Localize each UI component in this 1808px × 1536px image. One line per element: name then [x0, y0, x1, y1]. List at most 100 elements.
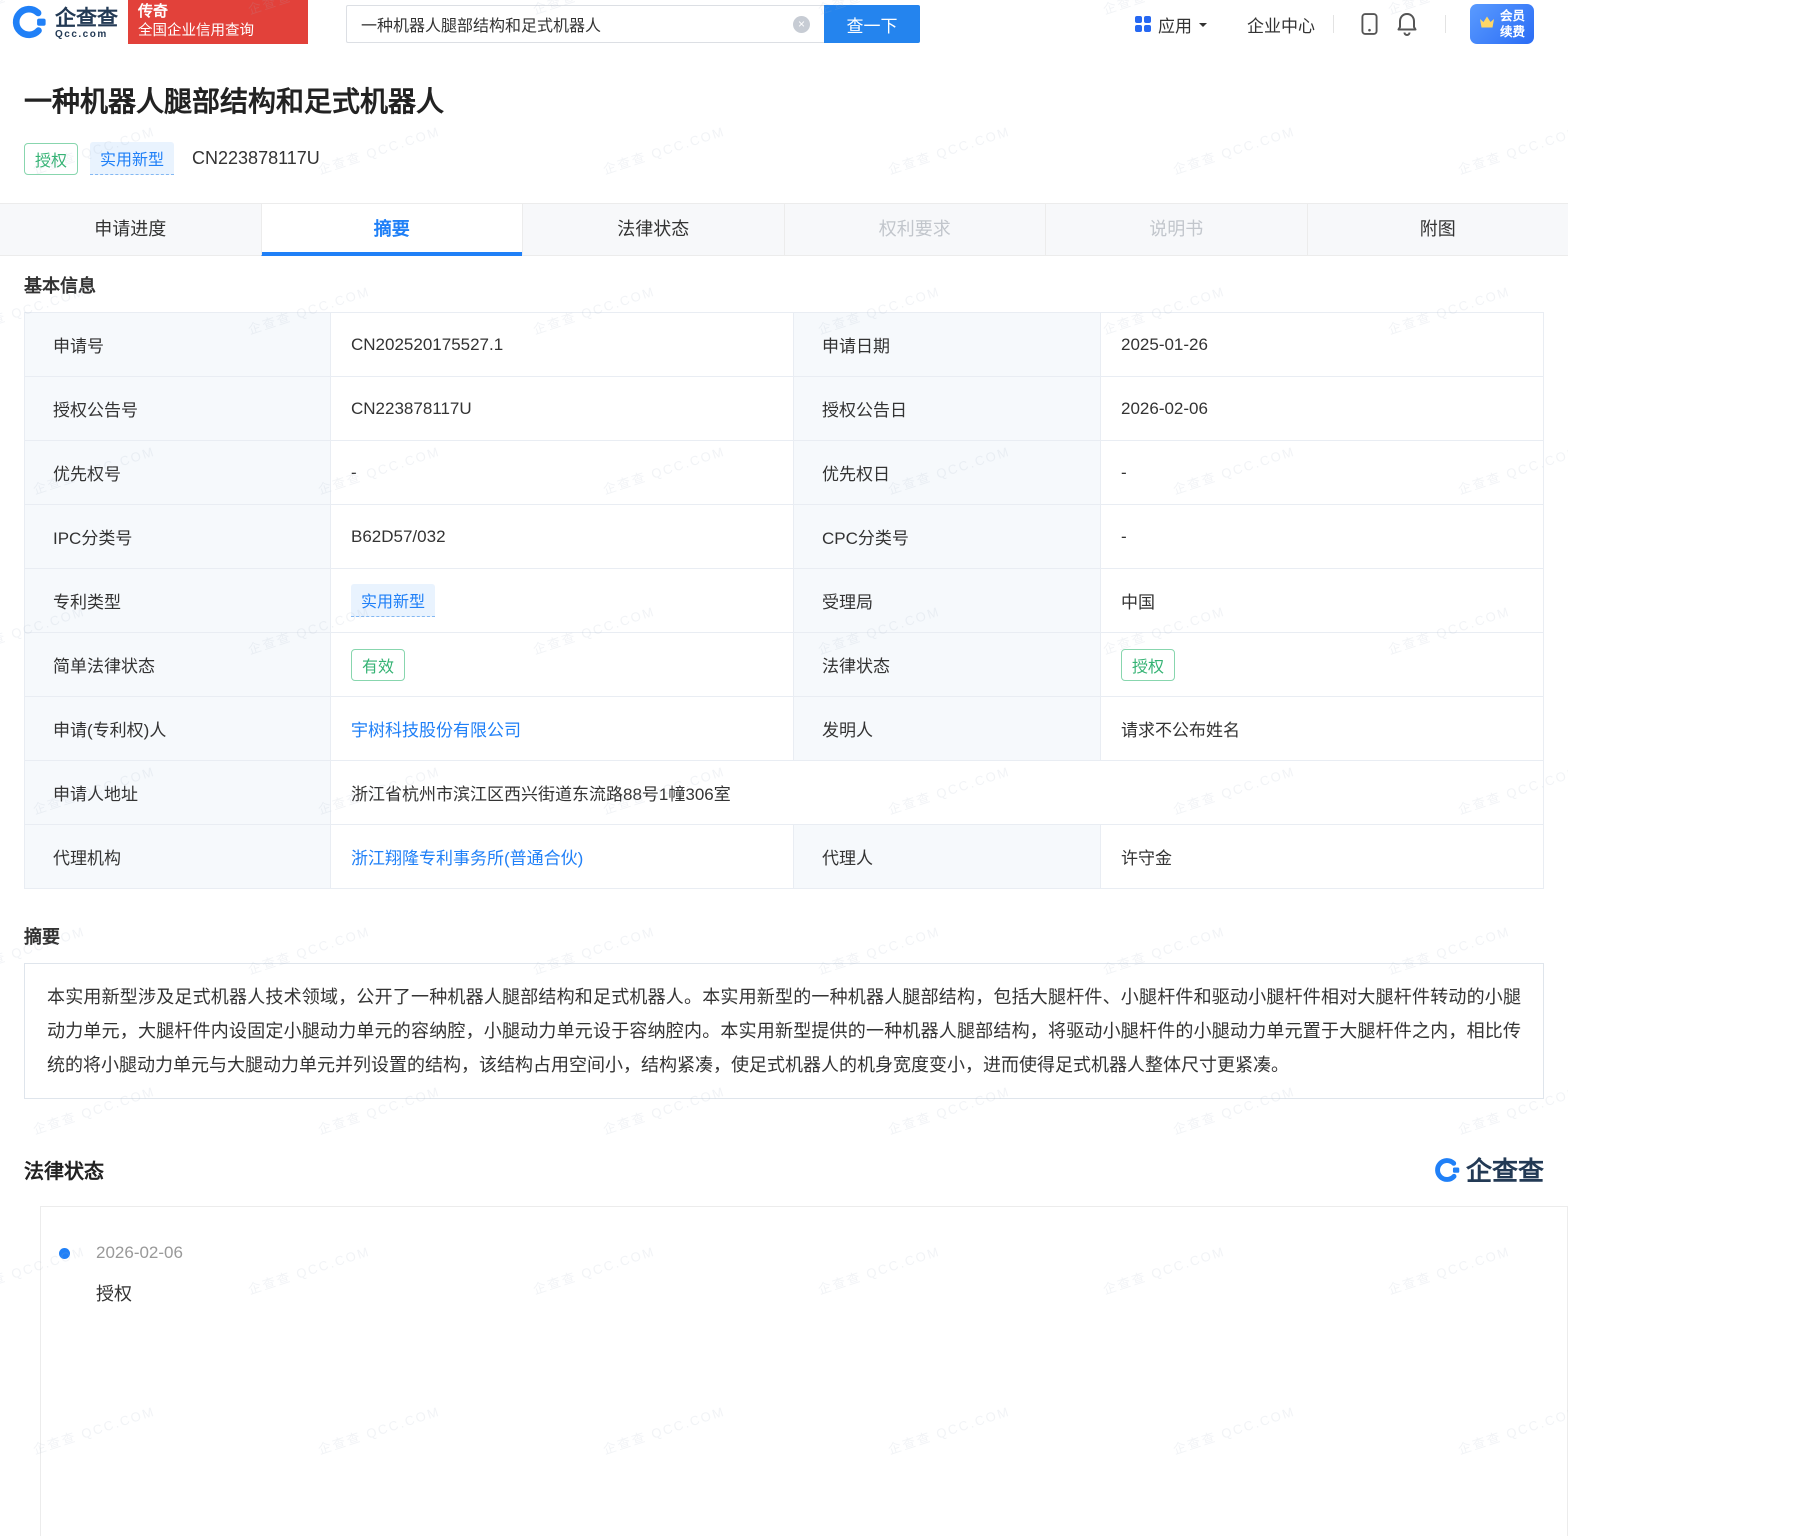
info-row: 优先权号-优先权日- [25, 441, 1544, 505]
abstract-text: 本实用新型涉及足式机器人技术领域，公开了一种机器人腿部结构和足式机器人。本实用新… [24, 963, 1544, 1099]
page-title: 一种机器人腿部结构和足式机器人 [24, 80, 1544, 120]
field-value: 请求不公布姓名 [1101, 697, 1544, 761]
field-value: 2025-01-26 [1101, 313, 1544, 377]
field-label: 受理局 [794, 569, 1101, 633]
patent-tag-granted: 授权 [24, 143, 78, 175]
search-bar: × 查一下 [346, 5, 920, 43]
header-nav: 应用 企业中心 [1135, 4, 1568, 44]
tab-abstract[interactable]: 摘要 [261, 204, 523, 256]
field-value: 许守金 [1101, 825, 1544, 889]
qcc-mini-icon [1433, 1156, 1461, 1184]
field-label: 优先权号 [25, 441, 331, 505]
field-value: 浙江省杭州市滨江区西兴街道东流路88号1幢306室 [331, 761, 1544, 825]
field-label: 发明人 [794, 697, 1101, 761]
field-label: 专利类型 [25, 569, 331, 633]
patent-tags: 授权实用新型 [24, 142, 174, 175]
divider [1333, 15, 1334, 33]
legal-status-header: 法律状态 企查查 [24, 1151, 1544, 1188]
tab-legal-status[interactable]: 法律状态 [522, 204, 784, 256]
field-value: 实用新型 [331, 569, 794, 633]
field-label: IPC分类号 [25, 505, 331, 569]
field-label: 代理机构 [25, 825, 331, 889]
top-header: 企查查 Qcc.com 传奇 全国企业信用查询 × 查一下 应用 企业中心 [0, 0, 1568, 48]
search-button[interactable]: 查一下 [824, 5, 920, 43]
tab-application-progress[interactable]: 申请进度 [0, 204, 261, 256]
promo-line2: 全国企业信用查询 [138, 22, 298, 42]
promo-line1: 传奇 [138, 2, 298, 22]
field-label: CPC分类号 [794, 505, 1101, 569]
divider [1445, 15, 1446, 33]
entity-link[interactable]: 浙江翔隆专利事务所(普通合伙) [351, 849, 583, 868]
qcc-watermark-logo: 企查查 [1433, 1151, 1544, 1188]
field-label: 申请日期 [794, 313, 1101, 377]
enterprise-center-link[interactable]: 企业中心 [1247, 12, 1315, 37]
publication-number: CN223878117U [192, 148, 320, 169]
notifications-bell-icon[interactable] [1396, 12, 1418, 36]
qcc-logo[interactable]: 企查查 Qcc.com [10, 3, 118, 46]
field-value: - [1101, 441, 1544, 505]
info-row: 申请号CN202520175527.1申请日期2025-01-26 [25, 313, 1544, 377]
info-row: 授权公告号CN223878117U授权公告日2026-02-06 [25, 377, 1544, 441]
detail-tabs: 申请进度摘要法律状态权利要求说明书附图 [0, 203, 1568, 256]
field-label: 代理人 [794, 825, 1101, 889]
info-row: 申请(专利权)人 宇树科技股份有限公司 发明人请求不公布姓名 [25, 697, 1544, 761]
field-value: 中国 [1101, 569, 1544, 633]
timeline-dot-icon [59, 1248, 70, 1259]
legal-status-panel: 2026-02-06 授权 [40, 1206, 1568, 1536]
field-label: 申请(专利权)人 [25, 697, 331, 761]
legal-status-heading: 法律状态 [24, 1155, 104, 1184]
field-value: 授权 [1101, 633, 1544, 697]
field-label: 授权公告号 [25, 377, 331, 441]
basic-info-table: 申请号CN202520175527.1申请日期2025-01-26授权公告号CN… [24, 312, 1544, 889]
info-row: 代理机构 浙江翔隆专利事务所(普通合伙) 代理人许守金 [25, 825, 1544, 889]
apps-label: 应用 [1158, 12, 1192, 37]
field-value: 宇树科技股份有限公司 [331, 697, 794, 761]
timeline-item: 2026-02-06 授权 [59, 1243, 1567, 1306]
apps-grid-icon [1135, 16, 1151, 32]
status-tag: 实用新型 [351, 584, 435, 617]
search-input[interactable] [346, 5, 824, 43]
info-row: IPC分类号B62D57/032CPC分类号- [25, 505, 1544, 569]
field-value: 有效 [331, 633, 794, 697]
apps-menu[interactable]: 应用 [1135, 12, 1207, 37]
info-row: 专利类型实用新型 受理局中国 [25, 569, 1544, 633]
mobile-app-icon[interactable] [1361, 12, 1378, 36]
tab-description: 说明书 [1045, 204, 1307, 256]
field-label: 优先权日 [794, 441, 1101, 505]
qcc-logo-icon [10, 3, 48, 46]
field-label: 授权公告日 [794, 377, 1101, 441]
tab-claims: 权利要求 [784, 204, 1046, 256]
field-label: 申请人地址 [25, 761, 331, 825]
status-tag: 有效 [351, 649, 405, 681]
legal-status-timeline: 2026-02-06 授权 [59, 1243, 1567, 1306]
chevron-down-icon [1199, 23, 1207, 31]
legal-status-value: 授权 [96, 1280, 1567, 1306]
vip-line2: 续费 [1500, 24, 1525, 40]
info-row: 申请人地址浙江省杭州市滨江区西兴街道东流路88号1幢306室 [25, 761, 1544, 825]
field-value: 浙江翔隆专利事务所(普通合伙) [331, 825, 794, 889]
abstract-heading: 摘要 [24, 923, 1544, 949]
patent-tag-row: 授权实用新型 CN223878117U [24, 142, 1544, 203]
vip-text: 会员 续费 [1500, 8, 1525, 41]
entity-link[interactable]: 宇树科技股份有限公司 [351, 721, 521, 740]
patent-title-block: 一种机器人腿部结构和足式机器人 授权实用新型 CN223878117U [0, 48, 1568, 203]
clear-search-icon[interactable]: × [793, 16, 810, 33]
promo-banner[interactable]: 传奇 全国企业信用查询 [128, 0, 308, 44]
field-label: 法律状态 [794, 633, 1101, 697]
logo-text-block: 企查查 Qcc.com [55, 8, 118, 41]
tab-drawings[interactable]: 附图 [1307, 204, 1569, 256]
field-value: B62D57/032 [331, 505, 794, 569]
patent-tag-utility-model: 实用新型 [90, 142, 174, 175]
field-value: - [331, 441, 794, 505]
info-row: 简单法律状态有效 法律状态授权 [25, 633, 1544, 697]
legal-status-date: 2026-02-06 [96, 1243, 1567, 1263]
logo-subtext: Qcc.com [55, 30, 118, 41]
field-value: - [1101, 505, 1544, 569]
field-label: 简单法律状态 [25, 633, 331, 697]
crown-icon [1479, 15, 1495, 34]
status-tag: 授权 [1121, 649, 1175, 681]
field-value: CN202520175527.1 [331, 313, 794, 377]
vip-renew-badge[interactable]: 会员 续费 [1470, 4, 1534, 44]
logo-text: 企查查 [55, 8, 118, 30]
field-label: 申请号 [25, 313, 331, 377]
